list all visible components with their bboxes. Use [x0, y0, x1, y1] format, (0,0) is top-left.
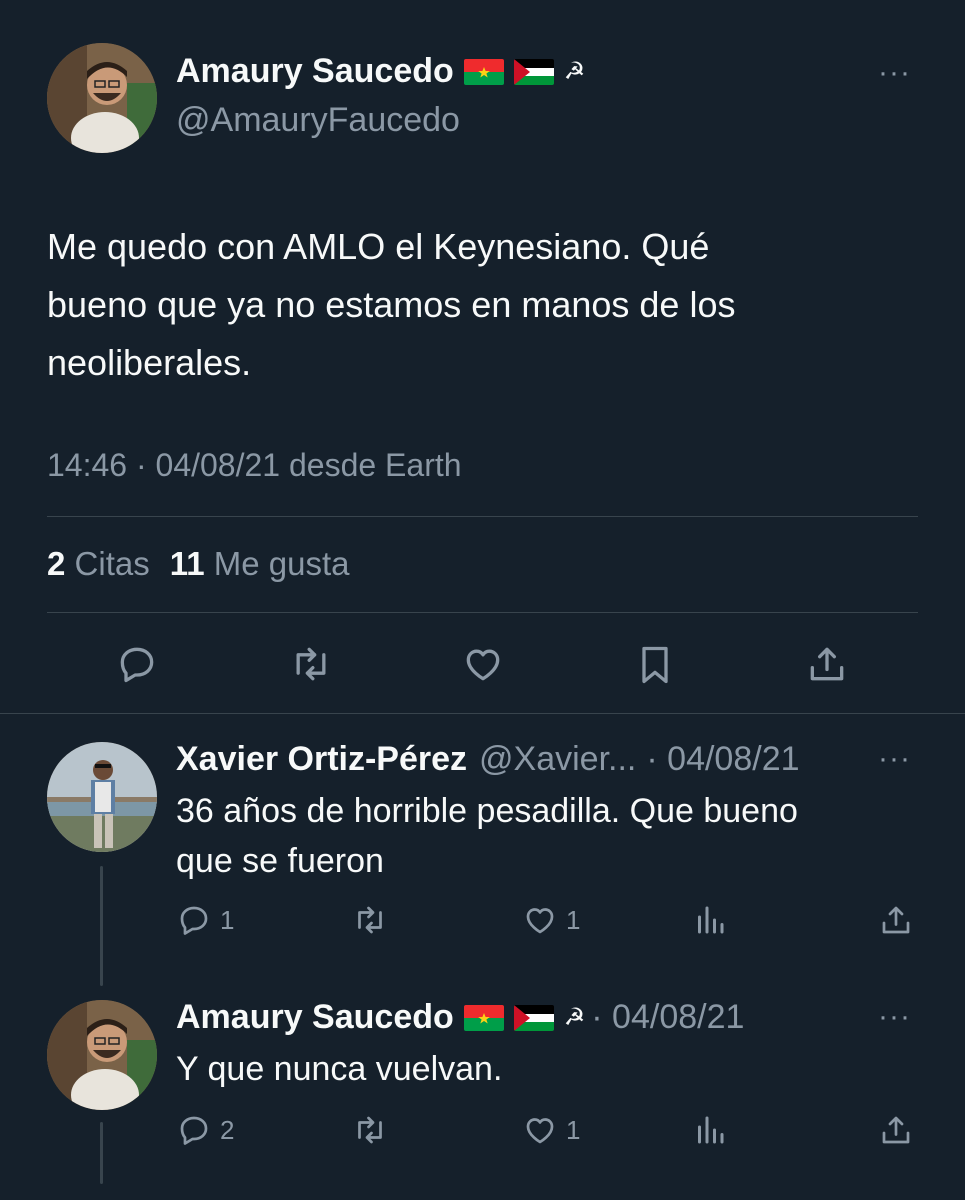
thread-line [100, 866, 103, 986]
reply-date[interactable]: · 04/08/21 [646, 740, 799, 779]
main-tweet-more-icon[interactable]: ··· [878, 56, 911, 90]
divider [0, 713, 965, 714]
bookmark-icon [642, 646, 668, 684]
bookmark-button[interactable] [633, 642, 677, 688]
retweet-button[interactable] [286, 642, 336, 686]
reply-retweet-button[interactable] [350, 902, 398, 938]
likes-stat[interactable]: 11 Me gusta [170, 545, 350, 583]
share-button[interactable] [805, 642, 849, 686]
main-author-header: Amaury Saucedo ☭ @AmauryFaucedo [176, 52, 585, 140]
main-tweet-timestamp[interactable]: 14:46 · 04/08/21 desde Earth [47, 447, 462, 484]
reply-views-button[interactable] [692, 1112, 728, 1148]
share-icon [882, 1116, 910, 1144]
main-tweet-body: Me quedo con AMLO el Keynesiano. Qué bue… [47, 218, 735, 392]
reply-author-handle[interactable]: @Xavier... [479, 740, 636, 779]
analytics-icon [698, 1116, 724, 1144]
reply-icon [180, 906, 208, 935]
reply-reply-button[interactable]: 2 [176, 1112, 234, 1148]
burkina-faso-flag-icon [463, 58, 504, 85]
hammer-sickle-icon: ☭ [563, 1004, 586, 1031]
divider [47, 516, 918, 517]
hammer-sickle-icon: ☭ [563, 58, 586, 85]
like-count: 1 [566, 1114, 581, 1145]
reply-line: que se fueron [176, 842, 384, 880]
like-button[interactable] [460, 642, 506, 686]
reply-author-avatar[interactable] [47, 1000, 157, 1110]
quotes-stat[interactable]: 2 Citas [47, 545, 150, 583]
palestine-flag-icon [513, 1004, 554, 1031]
reply-like-button[interactable]: 1 [522, 902, 580, 938]
quotes-label: Citas [74, 545, 150, 582]
reply-line: Y que nunca vuelvan. [176, 1050, 503, 1088]
share-icon [882, 906, 910, 934]
likes-count: 11 [169, 545, 205, 582]
reply-share-button[interactable] [878, 902, 914, 938]
main-author-handle[interactable]: @AmauryFaucedo [176, 101, 585, 140]
reply-header: Amaury Saucedo ☭ · 04/08/21 [176, 998, 744, 1037]
reply-line: 36 años de horrible pesadilla. Que bueno [176, 792, 798, 830]
reply-header: Xavier Ortiz-Pérez @Xavier... · 04/08/21 [176, 740, 800, 779]
reply-icon [120, 647, 154, 683]
reply-more-icon[interactable]: ··· [878, 742, 911, 776]
thread-line [100, 1122, 103, 1184]
reply-author-name[interactable]: Xavier Ortiz-Pérez [176, 740, 467, 779]
heart-icon [466, 649, 500, 681]
share-icon [810, 647, 844, 681]
main-author-avatar[interactable] [47, 43, 157, 153]
heart-icon [526, 908, 554, 934]
reply-body: 36 años de horrible pesadilla. Que bueno… [176, 786, 798, 886]
reply-share-button[interactable] [878, 1112, 914, 1148]
reply-icon [180, 1116, 208, 1145]
like-count: 1 [566, 904, 581, 935]
reply-count: 2 [220, 1114, 235, 1145]
main-tweet-line: bueno que ya no estamos en manos de los [47, 284, 736, 325]
quotes-count: 2 [47, 545, 66, 582]
retweet-icon [296, 647, 326, 681]
reply-body: Y que nunca vuelvan. [176, 1044, 502, 1094]
analytics-icon [698, 906, 724, 934]
reply-retweet-button[interactable] [350, 1112, 398, 1148]
heart-icon [526, 1118, 554, 1144]
engagement-stats: 2 Citas 11 Me gusta [47, 545, 350, 583]
reply-reply-button[interactable]: 1 [176, 902, 234, 938]
reply-views-button[interactable] [692, 902, 728, 938]
likes-label: Me gusta [213, 545, 350, 582]
palestine-flag-icon [513, 58, 554, 85]
retweet-icon [358, 1116, 382, 1144]
burkina-faso-flag-icon [463, 1004, 504, 1031]
main-author-name[interactable]: Amaury Saucedo [176, 52, 454, 91]
reply-author-name[interactable]: Amaury Saucedo [176, 998, 454, 1037]
reply-count: 1 [220, 904, 235, 935]
reply-button[interactable] [114, 642, 160, 686]
main-tweet-line: Me quedo con AMLO el Keynesiano. Qué [47, 226, 710, 267]
retweet-icon [358, 906, 382, 934]
reply-more-icon[interactable]: ··· [878, 1000, 911, 1034]
main-tweet-line: neoliberales. [47, 342, 252, 383]
reply-author-avatar[interactable] [47, 742, 157, 852]
reply-date[interactable]: · 04/08/21 [591, 998, 744, 1037]
reply-like-button[interactable]: 1 [522, 1112, 580, 1148]
divider [47, 612, 918, 613]
